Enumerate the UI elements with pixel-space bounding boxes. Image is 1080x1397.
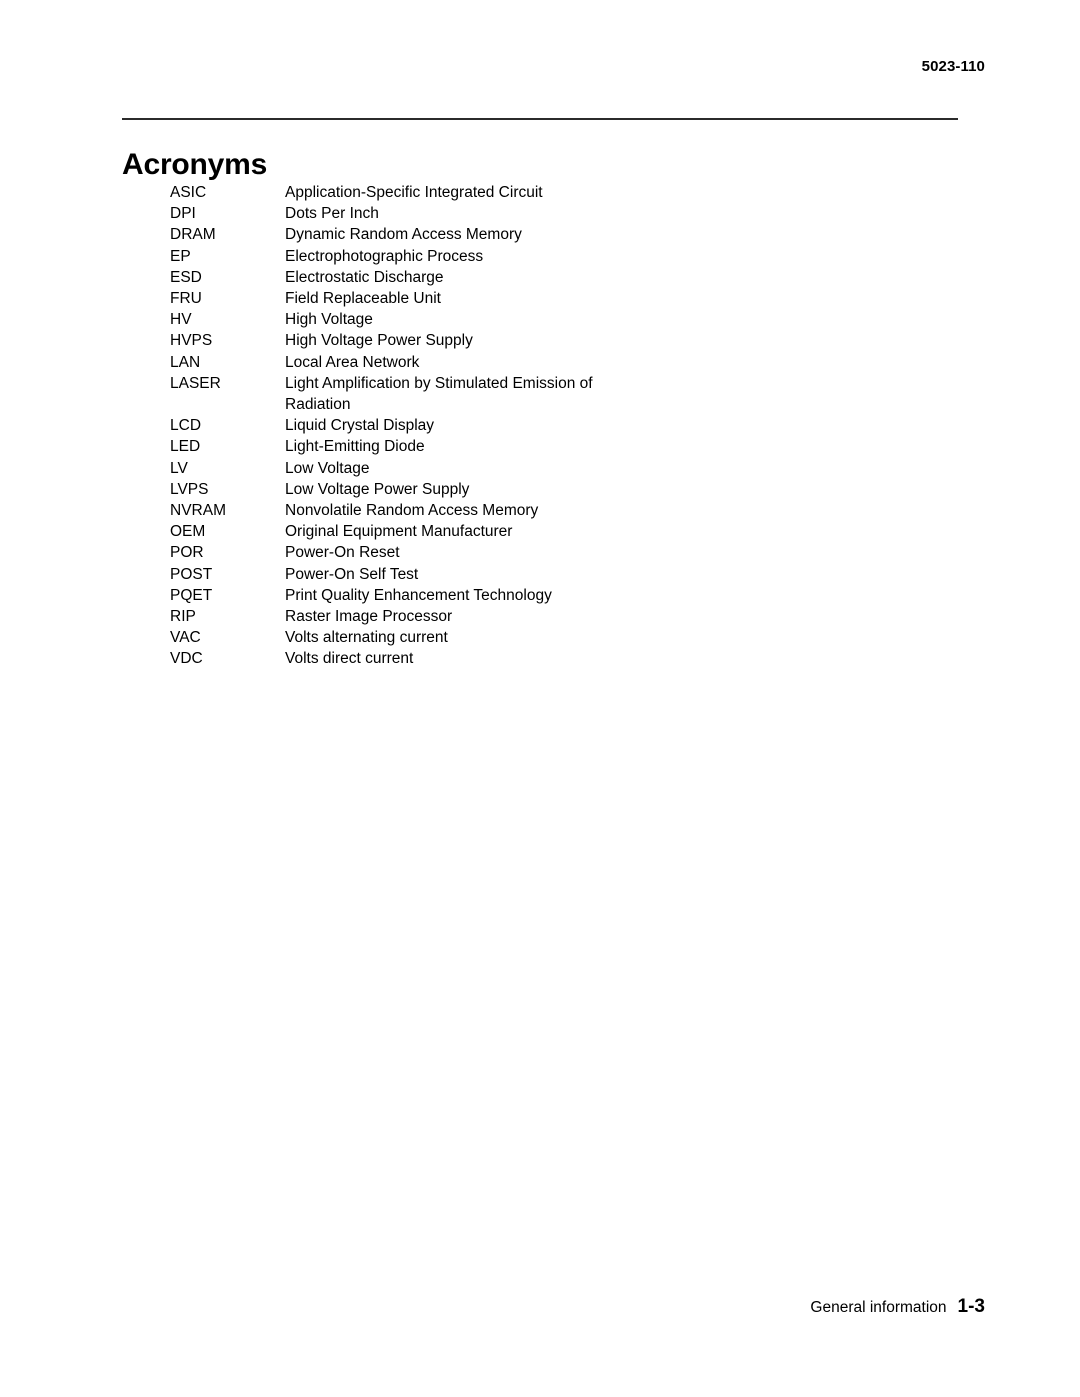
page-footer: General information 1-3 [0, 1296, 985, 1318]
acronym-term: LVPS [170, 480, 209, 498]
acronym-term: FRU [170, 290, 202, 308]
acronym-row: HV High Voltage [170, 309, 870, 330]
acronym-row: LCD Liquid Crystal Display [170, 415, 870, 436]
acronym-row: LV Low Voltage [170, 458, 870, 479]
acronym-definition: Volts direct current [285, 650, 414, 668]
footer-page-number: 1-3 [957, 1296, 985, 1317]
acronym-definition: Electrostatic Discharge [285, 268, 444, 286]
acronym-row: LASER Light Amplification by Stimulated E… [170, 373, 870, 415]
acronym-row: POR Power-On Reset [170, 542, 870, 563]
acronym-definition: Low Voltage Power Supply [285, 480, 470, 498]
acronym-term: OEM [170, 523, 206, 541]
acronym-row: HVPS High Voltage Power Supply [170, 330, 870, 351]
acronym-row: FRU Field Replaceable Unit [170, 288, 870, 309]
acronym-definition: Dynamic Random Access Memory [285, 226, 522, 244]
acronym-definition: Dots Per Inch [285, 205, 379, 223]
title-divider-rule [122, 118, 958, 120]
acronym-row: DRAM Dynamic Random Access Memory [170, 224, 870, 245]
acronym-term: LV [170, 459, 188, 477]
acronym-term: VAC [170, 629, 201, 647]
acronym-definition: Local Area Network [285, 353, 420, 371]
acronym-definition: Print Quality Enhancement Technology [285, 586, 552, 604]
acronym-definition: Power-On Self Test [285, 565, 419, 583]
acronym-row: ASIC Application-Specific Integrated Circ… [170, 182, 870, 203]
acronym-definition: Light-Emitting Diode [285, 438, 425, 456]
acronym-row: VAC Volts alternating current [170, 627, 870, 648]
acronym-definition: Raster Image Processor [285, 608, 453, 626]
acronym-definition: Original Equipment Manufacturer [285, 523, 513, 541]
acronym-row: PQET Print Quality Enhancement Technology [170, 585, 870, 606]
acronym-term: DRAM [170, 226, 216, 244]
acronym-term: HV [170, 311, 192, 329]
acronym-definition-list: ASIC Application-Specific Integrated Circ… [170, 182, 870, 670]
acronym-row: LAN Local Area Network [170, 352, 870, 373]
acronym-term: PQET [170, 586, 213, 604]
acronym-term: VDC [170, 650, 203, 668]
acronym-term: POR [170, 544, 204, 562]
acronym-term: RIP [170, 608, 196, 626]
acronym-term: HVPS [170, 332, 213, 350]
acronym-definition: Power-On Reset [285, 544, 400, 562]
acronym-term: ESD [170, 268, 202, 286]
acronym-row: NVRAM Nonvolatile Random Access Memory [170, 500, 870, 521]
acronym-row: VDC Volts direct current [170, 648, 870, 669]
acronym-row: RIP Raster Image Processor [170, 606, 870, 627]
acronym-term: LASER [170, 374, 221, 392]
document-page: 5023-110 Acronyms ASIC Application-Specif… [0, 0, 1080, 1397]
acronym-row: LVPS Low Voltage Power Supply [170, 479, 870, 500]
running-header-document-number: 5023-110 [921, 58, 985, 75]
acronym-term: LCD [170, 417, 202, 435]
acronym-row: EP Electrophotographic Process [170, 246, 870, 267]
acronym-row: DPI Dots Per Inch [170, 203, 870, 224]
footer-section-label: General information [810, 1299, 947, 1316]
acronym-definition: High Voltage [285, 311, 373, 329]
acronym-definition: Application-Specific Integrated Circuit [285, 184, 543, 201]
acronym-row: ESD Electrostatic Discharge [170, 267, 870, 288]
acronym-definition: Nonvolatile Random Access Memory [285, 502, 539, 520]
acronym-row: OEM Original Equipment Manufacturer [170, 521, 870, 542]
acronym-definition: Liquid Crystal Display [285, 417, 435, 435]
acronym-definition: Low Voltage [285, 459, 370, 477]
acronym-definition: Field Replaceable Unit [285, 290, 441, 308]
acronym-definition: Electrophotographic Process [285, 247, 484, 265]
acronym-term: LAN [170, 353, 201, 371]
acronym-definition: Light Amplification by Stimulated Emissi… [285, 374, 593, 414]
acronym-definition: High Voltage Power Supply [285, 332, 473, 350]
acronym-term: DPI [170, 205, 196, 223]
acronym-term: LED [170, 438, 201, 456]
acronym-term: NVRAM [170, 502, 226, 520]
acronym-definition: Volts alternating current [285, 629, 448, 647]
acronym-term: ASIC [170, 184, 207, 201]
acronym-term: EP [170, 247, 191, 265]
acronym-row: LED Light-Emitting Diode [170, 436, 870, 457]
page-title: Acronyms [122, 148, 268, 182]
acronym-term: POST [170, 565, 213, 583]
acronym-row: POST Power-On Self Test [170, 564, 870, 585]
